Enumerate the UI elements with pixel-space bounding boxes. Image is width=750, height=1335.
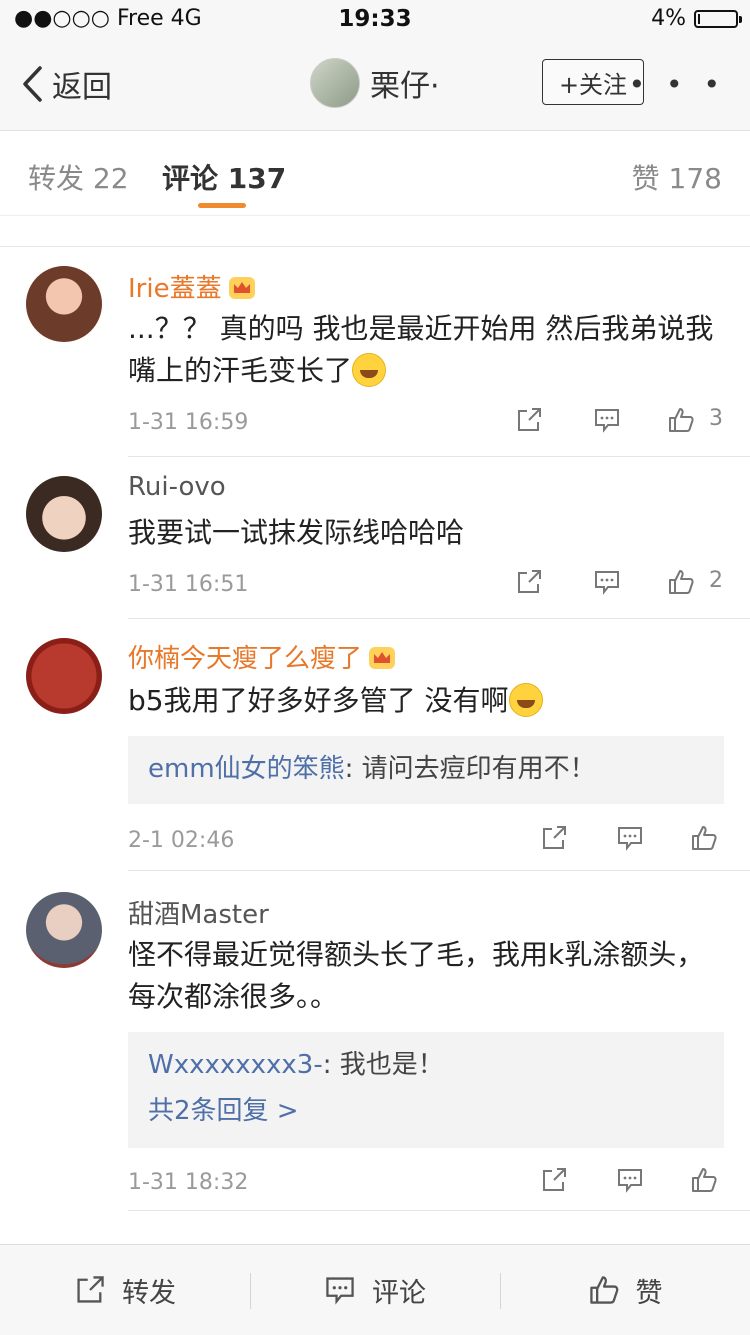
reply-text: : 请问去痘印有用不！: [344, 754, 596, 784]
comment-button[interactable]: 评论: [250, 1245, 500, 1335]
comment-actions: [540, 1166, 750, 1202]
previous-comment-edge: [0, 216, 750, 247]
comment-text-content: b5我用了好多好多管了 没有啊: [128, 684, 509, 717]
comment-actions: 2: [515, 568, 725, 604]
laughing-emoji-icon: [352, 353, 387, 387]
nav-user[interactable]: 栗仔·: [310, 58, 440, 108]
comment-username[interactable]: Rui-ovo: [128, 472, 226, 502]
avatar[interactable]: [26, 892, 102, 968]
comment-text: b5我用了好多好多管了 没有啊: [128, 680, 723, 722]
nav-bar: 返回 栗仔· +关注 • • •: [0, 40, 750, 131]
comment-text-content: ...？？ 真的吗 我也是最近开始用 然后我弟说我嘴上的汗毛变长了: [128, 312, 714, 387]
comment-icon: [326, 1277, 354, 1305]
username-text: Irie蓋蓋: [128, 274, 222, 304]
avatar: [310, 58, 360, 108]
crown-icon: [228, 277, 255, 299]
divider: [128, 456, 750, 457]
comment-list[interactable]: Irie蓋蓋 ...？？ 真的吗 我也是最近开始用 然后我弟说我嘴上的汗毛变长了…: [0, 216, 750, 1244]
comment-username[interactable]: Irie蓋蓋: [128, 268, 256, 305]
view-more-replies-link[interactable]: 共2条回复 >: [148, 1088, 704, 1134]
tab-active-indicator: [198, 203, 246, 208]
reply-text: : 我也是！: [322, 1050, 444, 1080]
comment-item: Irie蓋蓋 ...？？ 真的吗 我也是最近开始用 然后我弟说我嘴上的汗毛变长了…: [0, 246, 750, 458]
comment-item: 甜酒Master 怪不得最近觉得额头长了毛，我用k乳涂额头，每次都涂很多。。 W…: [0, 872, 750, 1212]
comment-actions: 3: [515, 406, 725, 442]
thumbs-up-icon[interactable]: [667, 568, 695, 596]
comment-label: 评论: [372, 1277, 426, 1309]
reply-username[interactable]: emm仙女的笨熊: [148, 754, 345, 784]
tab-bar: 转发 22 评论 137 赞 178: [0, 131, 750, 216]
thumbs-up-icon: [589, 1276, 618, 1304]
comment-icon[interactable]: [593, 568, 621, 596]
reply-quote[interactable]: Wxxxxxxxx3-: 我也是！ 共2条回复 >: [128, 1032, 724, 1148]
divider: [128, 618, 750, 619]
like-button[interactable]: 赞: [500, 1245, 750, 1335]
bottom-action-bar: 转发 评论 赞: [0, 1244, 750, 1335]
more-options-icon[interactable]: • • •: [629, 68, 726, 101]
comment-item: Rui-ovo 我要试一试抹发际线哈哈哈 1-31 16:51 2: [0, 458, 750, 620]
like-label: 赞: [635, 1277, 663, 1309]
battery-status: 4%: [651, 6, 742, 31]
avatar[interactable]: [26, 266, 102, 342]
clock: 19:33: [338, 6, 412, 32]
tab-like[interactable]: 赞 178: [632, 157, 722, 197]
battery-icon: [694, 9, 742, 28]
share-icon[interactable]: [515, 406, 543, 434]
repost-label: 转发: [122, 1277, 176, 1309]
like-count: 3: [709, 406, 723, 431]
comment-text: 我要试一试抹发际线哈哈哈: [128, 516, 465, 549]
battery-percent: 4%: [651, 6, 686, 31]
status-bar: ●●○○○ Free 4G 19:33 4%: [0, 0, 750, 40]
username-text: 你楠今天瘦了么瘦了: [128, 644, 363, 674]
thumbs-up-icon[interactable]: [690, 1166, 718, 1194]
tab-comment[interactable]: 评论 137: [162, 157, 286, 197]
comment-username[interactable]: 你楠今天瘦了么瘦了: [128, 638, 396, 675]
comment-item: 你楠今天瘦了么瘦了 b5我用了好多好多管了 没有啊 emm仙女的笨熊: 请问去痘…: [0, 620, 750, 872]
reply-quote[interactable]: emm仙女的笨熊: 请问去痘印有用不！: [128, 736, 724, 804]
comment-icon[interactable]: [616, 1166, 644, 1194]
comment-username[interactable]: 甜酒Master: [128, 894, 269, 931]
divider: [128, 1210, 750, 1211]
comment-text: 怪不得最近觉得额头长了毛，我用k乳涂额头，每次都涂很多。。: [128, 938, 705, 1013]
comment-time: 1-31 16:51: [128, 572, 249, 597]
divider: [128, 870, 750, 871]
avatar[interactable]: [26, 476, 102, 552]
comment-icon[interactable]: [593, 406, 621, 434]
reply-username[interactable]: Wxxxxxxxx3-: [148, 1050, 323, 1080]
avatar[interactable]: [26, 638, 102, 714]
share-icon[interactable]: [540, 824, 568, 852]
comment-icon[interactable]: [616, 824, 644, 852]
share-icon[interactable]: [515, 568, 543, 596]
crown-icon: [369, 647, 396, 669]
share-icon[interactable]: [540, 1166, 568, 1194]
comment-time: 2-1 02:46: [128, 828, 235, 853]
comment-actions: [540, 824, 750, 860]
repost-button[interactable]: 转发: [0, 1245, 250, 1335]
back-label: 返回: [52, 70, 112, 105]
comment-time: 1-31 16:59: [128, 410, 249, 435]
crying-laughing-emoji-icon: [508, 683, 543, 717]
comment-text: ...？？ 真的吗 我也是最近开始用 然后我弟说我嘴上的汗毛变长了: [128, 308, 723, 392]
back-button[interactable]: 返回: [20, 62, 112, 106]
nav-user-name: 栗仔·: [370, 69, 440, 104]
comment-time: 1-31 18:32: [128, 1170, 249, 1195]
thumbs-up-icon[interactable]: [690, 824, 718, 852]
share-icon: [77, 1276, 104, 1303]
tab-repost[interactable]: 转发 22: [28, 157, 129, 197]
back-chevron-icon: [23, 66, 42, 102]
thumbs-up-icon[interactable]: [667, 406, 695, 434]
like-count: 2: [709, 568, 723, 593]
